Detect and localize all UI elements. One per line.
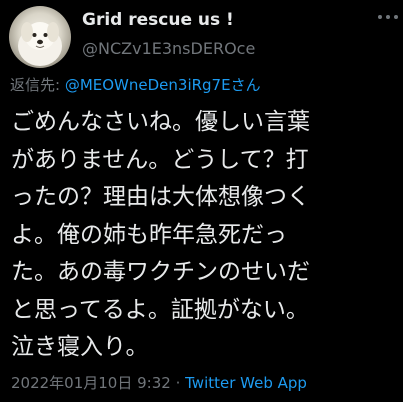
tweet-meta: 2022年01月10日 9:32 · Twitter Web App (11, 372, 307, 393)
dot (378, 15, 382, 19)
timestamp[interactable]: 2022年01月10日 9:32 (11, 374, 171, 392)
tweet-text-line: と思ってるよ。証拠がない。 (11, 296, 309, 323)
dot (394, 15, 398, 19)
tweet-text-line: 泣き寝入り。 (11, 334, 149, 360)
tweet-text: ごめんなさいね。優しい言葉 がありません。どうして？打 ったの？理由は大体想像つ… (11, 104, 397, 367)
source-link[interactable]: Twitter Web App (185, 374, 307, 392)
reply-target-link[interactable]: @MEOWneDen3iRg7Eさん (65, 76, 261, 94)
dot (386, 15, 390, 19)
dog-avatar-image (18, 22, 62, 66)
tweet-text-line: ったの？理由は大体想像つく (11, 184, 310, 210)
more-options-icon[interactable] (378, 12, 398, 22)
tweet-text-line: がありません。どうして？打 (11, 146, 309, 173)
tweet-text-line: ごめんなさいね。優しい言葉 (11, 109, 310, 135)
tweet-text-line: た。あの毒ワクチンのせいだ (11, 259, 310, 285)
tweet: Grid rescue us ! @NCZv1E3nsDEROce 返信先: @… (0, 0, 403, 402)
reply-prefix: 返信先: (10, 76, 65, 94)
meta-separator: · (170, 374, 186, 392)
avatar[interactable] (9, 6, 71, 68)
user-handle[interactable]: @NCZv1E3nsDEROce (82, 39, 255, 58)
reply-context: 返信先: @MEOWneDen3iRg7Eさん (10, 74, 261, 95)
display-name[interactable]: Grid rescue us ! (82, 10, 234, 30)
tweet-text-line: よ。俺の姉も昨年急死だっ (11, 221, 287, 248)
